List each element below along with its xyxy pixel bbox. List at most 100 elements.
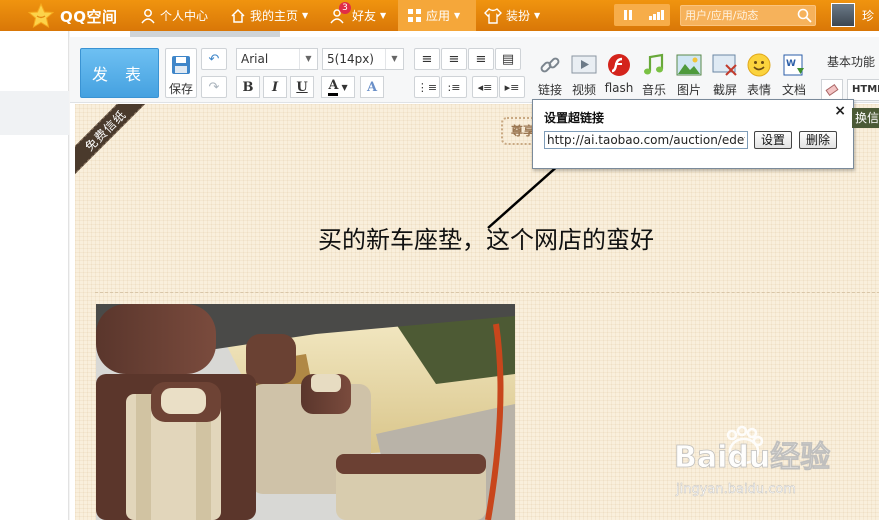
search-input[interactable] xyxy=(685,7,795,24)
align-center-button[interactable]: ≡ xyxy=(441,48,467,70)
chevron-down-icon: ▼ xyxy=(454,11,461,20)
insert-emoticon-button[interactable]: 表情 xyxy=(741,52,777,98)
underline-button[interactable]: U xyxy=(290,76,314,98)
eraser-icon xyxy=(825,83,839,97)
svg-text:W: W xyxy=(786,59,796,69)
flash-icon xyxy=(608,54,630,76)
save-label: 保存 xyxy=(168,82,193,96)
qzone-star-logo-icon[interactable] xyxy=(28,3,54,29)
divider xyxy=(95,292,879,293)
indent-button[interactable]: ▸≡ xyxy=(499,76,525,98)
ordered-list-button[interactable]: ⋮≡ xyxy=(414,76,440,98)
view-toggle[interactable] xyxy=(614,4,670,26)
align-right-button[interactable]: ≡ xyxy=(468,48,494,70)
free-letter-paper-ribbon[interactable]: 免费信纸 xyxy=(75,104,155,180)
insert-item-label: 视频 xyxy=(571,83,596,97)
insert-item-label: flash xyxy=(604,81,634,95)
insert-music-button[interactable]: 音乐 xyxy=(636,52,672,98)
set-link-button[interactable]: 设置 xyxy=(754,131,792,149)
chevron-down-icon: ▼ xyxy=(534,11,541,20)
unordered-list-button[interactable]: :≡ xyxy=(441,76,467,98)
font-size-select[interactable]: 5(14px) ▼ xyxy=(322,48,404,70)
save-button[interactable]: 保存 xyxy=(165,48,197,98)
video-icon xyxy=(571,55,597,74)
dialog-title: 设置超链接 xyxy=(544,111,605,125)
top-nav-bar: QQ空间 个人中心 我的主页 ▼ 3 好友 ▼ 应用 ▼ 装扮 ▼ 珍 xyxy=(0,0,879,31)
nav-personal-center[interactable]: 个人中心 xyxy=(140,0,208,31)
basic-functions-toggle[interactable]: 基本功能 xyxy=(827,53,875,70)
friend-notification-badge: 3 xyxy=(339,2,351,14)
html-mode-button[interactable]: HTML xyxy=(847,79,879,101)
left-panel-strip xyxy=(0,91,69,135)
delete-link-button[interactable]: 删除 xyxy=(799,131,837,149)
nav-label: 个人中心 xyxy=(160,9,209,23)
insert-screenshot-button[interactable]: 截屏 xyxy=(707,52,743,98)
pause-icon[interactable] xyxy=(614,4,642,26)
justify-icon: ▤ xyxy=(501,51,515,67)
italic-button[interactable]: I xyxy=(263,76,287,98)
insert-flash-button[interactable]: flash xyxy=(601,52,637,98)
insert-item-label: 截屏 xyxy=(712,83,737,97)
nav-label: 我的主页 xyxy=(250,9,299,23)
insert-document-button[interactable]: W 文档 xyxy=(776,52,812,98)
nav-apps[interactable]: 应用 ▼ xyxy=(398,0,476,31)
font-color-button[interactable]: A ▼ xyxy=(321,76,355,98)
search-box xyxy=(680,5,816,26)
car-seat-cover-photo[interactable] xyxy=(96,304,515,520)
font-size-value: 5(14px) xyxy=(327,52,374,66)
left-panel xyxy=(0,31,69,520)
watermark-brand: Baidu经验 xyxy=(674,440,830,475)
logo-text[interactable]: QQ空间 xyxy=(60,6,118,27)
watermark-url: jingyan.baidu.com xyxy=(675,482,796,497)
nav-decorate[interactable]: 装扮 ▼ xyxy=(484,0,540,31)
insert-item-label: 表情 xyxy=(746,83,771,97)
insert-item-label: 音乐 xyxy=(641,83,666,97)
avatar[interactable] xyxy=(831,3,855,27)
insert-item-label: 文档 xyxy=(781,83,806,97)
close-icon[interactable]: × xyxy=(834,103,846,119)
font-family-value: Arial xyxy=(241,52,269,66)
person-icon xyxy=(141,8,155,23)
signal-bars-icon[interactable] xyxy=(642,4,670,26)
nav-label: 应用 xyxy=(426,9,451,23)
redo-icon: ↷ xyxy=(208,79,220,95)
user-name[interactable]: 珍 xyxy=(862,7,874,24)
baidu-jingyan-watermark: Baidu经验 jingyan.baidu.com xyxy=(674,425,831,497)
search-icon[interactable] xyxy=(797,8,812,23)
floppy-disk-icon xyxy=(172,56,190,74)
music-icon xyxy=(644,53,664,75)
bold-button[interactable]: B xyxy=(236,76,260,98)
nav-label: 好友 xyxy=(352,9,377,23)
change-paper-tab[interactable]: 换信 xyxy=(852,108,879,128)
insert-picture-button[interactable]: 图片 xyxy=(671,52,707,98)
justify-button[interactable]: ▤ xyxy=(495,48,521,70)
chevron-down-icon: ▼ xyxy=(385,49,403,69)
hyperlink-dialog: 设置超链接 × 设置 删除 xyxy=(532,99,854,169)
outdent-button[interactable]: ◂≡ xyxy=(472,76,498,98)
clear-format-button[interactable] xyxy=(821,79,843,101)
insert-link-button[interactable]: 链接 xyxy=(532,52,568,98)
text-highlight-button[interactable]: A xyxy=(360,76,384,98)
outdent-icon: ◂≡ xyxy=(477,80,493,94)
url-input[interactable] xyxy=(544,131,748,149)
font-family-select[interactable]: Arial ▼ xyxy=(236,48,318,70)
toolbar-tabs xyxy=(130,31,280,37)
link-icon xyxy=(540,57,560,73)
publish-button[interactable]: 发 表 xyxy=(80,48,159,98)
editor-toolbar: 发 表 保存 ↶ ↷ Arial ▼ 5(14px) ▼ B I U A ▼ A … xyxy=(70,31,879,103)
align-left-button[interactable]: ≡ xyxy=(414,48,440,70)
undo-icon: ↶ xyxy=(208,51,220,67)
shirt-icon xyxy=(484,7,502,24)
redo-button[interactable]: ↷ xyxy=(201,76,227,98)
undo-button[interactable]: ↶ xyxy=(201,48,227,70)
ordered-list-icon: ⋮≡ xyxy=(416,80,438,94)
nav-my-homepage[interactable]: 我的主页 ▼ xyxy=(230,0,308,31)
insert-item-label: 图片 xyxy=(676,83,701,97)
screenshot-icon xyxy=(712,54,737,76)
chevron-down-icon: ▼ xyxy=(299,49,317,69)
home-icon xyxy=(231,8,245,23)
indent-icon: ▸≡ xyxy=(504,80,520,94)
insert-video-button[interactable]: 视频 xyxy=(566,52,602,98)
nav-friends[interactable]: 3 好友 ▼ xyxy=(330,0,386,31)
chevron-down-icon: ▼ xyxy=(302,11,309,20)
